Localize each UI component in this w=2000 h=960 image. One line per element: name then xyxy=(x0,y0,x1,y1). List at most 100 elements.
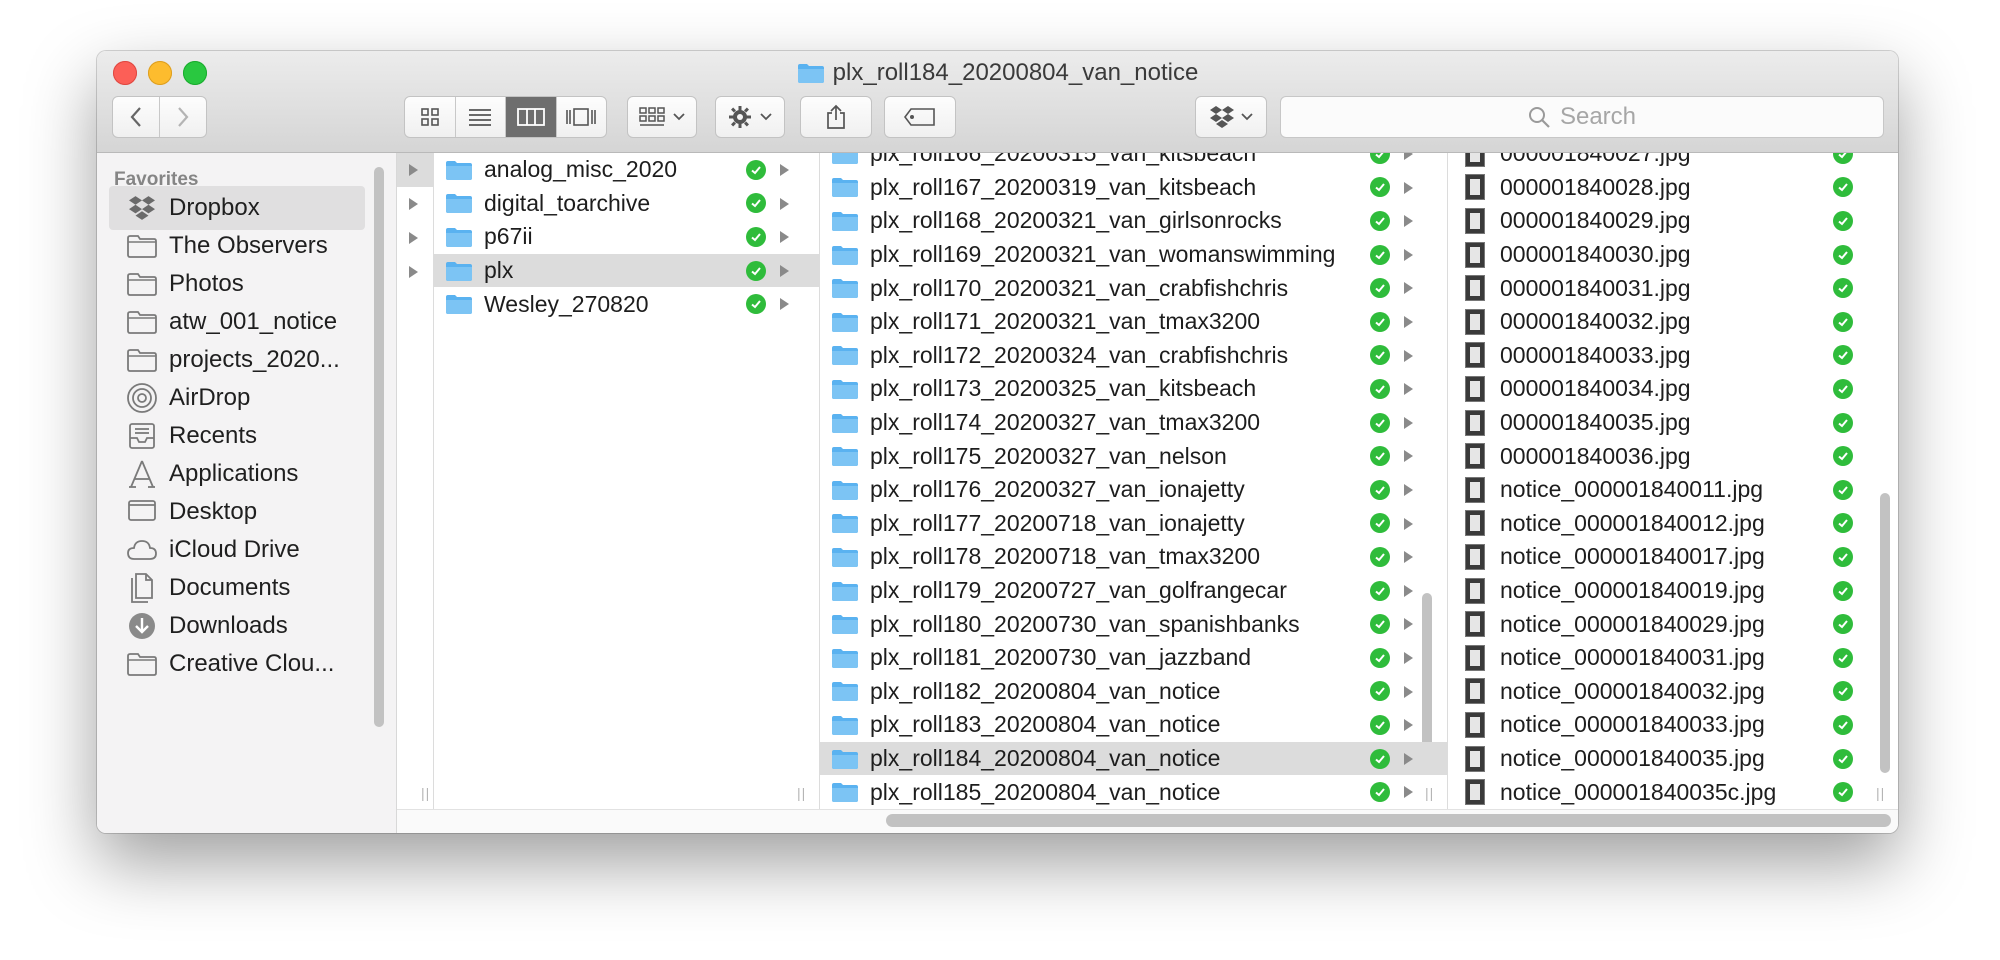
list-item[interactable]: notice_000001840035c.jpg xyxy=(1448,775,1898,809)
list-item[interactable]: notice_000001840017.jpg xyxy=(1448,540,1898,574)
folder-icon xyxy=(830,546,860,568)
action-menu-button[interactable] xyxy=(715,96,785,138)
list-item[interactable]: plx_roll167_20200319_van_kitsbeach xyxy=(820,171,1447,205)
list-item[interactable]: 000001840028.jpg xyxy=(1448,171,1898,205)
list-item[interactable]: 000001840032.jpg xyxy=(1448,305,1898,339)
gallery-view-button[interactable] xyxy=(557,97,607,137)
column-resize-handle[interactable]: || xyxy=(421,785,430,801)
horizontal-scrollbar[interactable] xyxy=(886,814,1891,827)
back-button[interactable] xyxy=(113,97,160,137)
folder-icon xyxy=(830,412,860,434)
list-item[interactable]: plx_roll183_20200804_van_notice xyxy=(820,708,1447,742)
list-item[interactable]: 000001840029.jpg xyxy=(1448,204,1898,238)
list-item[interactable]: 000001840036.jpg xyxy=(1448,439,1898,473)
list-item[interactable]: plx_roll178_20200718_van_tmax3200 xyxy=(820,540,1447,574)
applications-icon xyxy=(125,457,159,491)
folder-icon xyxy=(125,229,159,263)
list-item[interactable]: plx_roll184_20200804_van_notice xyxy=(820,741,1447,776)
sync-check-icon xyxy=(1833,311,1853,332)
icon-view-button[interactable] xyxy=(405,97,456,137)
list-item[interactable]: plx_roll180_20200730_van_spanishbanks xyxy=(820,607,1447,641)
list-item[interactable]: plx_roll177_20200718_van_ionajetty xyxy=(820,507,1447,541)
image-thumbnail-icon xyxy=(1460,207,1490,234)
search-field[interactable]: Search xyxy=(1280,96,1884,138)
list-item[interactable]: plx_roll179_20200727_van_golfrangecar xyxy=(820,574,1447,608)
list-item-label: notice_000001840035.jpg xyxy=(1500,745,1765,772)
column-resize-handle[interactable]: || xyxy=(797,785,806,801)
disclosure-arrow-icon xyxy=(1404,685,1413,698)
chevron-right-icon xyxy=(178,107,189,127)
disclosure-arrow-icon xyxy=(1404,719,1413,732)
column-view-button[interactable] xyxy=(506,97,557,137)
list-item[interactable]: 000001840033.jpg xyxy=(1448,339,1898,373)
list-item[interactable]: plx_roll168_20200321_van_girlsonrocks xyxy=(820,204,1447,238)
list-item[interactable]: plx_roll170_20200321_van_crabfishchris xyxy=(820,271,1447,305)
disclosure-arrow-icon xyxy=(1404,752,1413,765)
disclosure-arrow-icon xyxy=(409,266,418,278)
list-item-label: plx_roll168_20200321_van_girlsonrocks xyxy=(870,207,1282,234)
list-item[interactable]: 000001840027.jpg xyxy=(1448,153,1898,171)
list-item[interactable]: notice_000001840011.jpg xyxy=(1448,473,1898,507)
list-item[interactable]: notice_000001840029.jpg xyxy=(1448,607,1898,641)
sync-check-icon xyxy=(1370,580,1390,601)
chevron-down-icon xyxy=(760,113,772,121)
disclosure-arrow-icon xyxy=(409,164,418,176)
list-item[interactable]: notice_000001840033.jpg xyxy=(1448,708,1898,742)
list-item[interactable]: plx_roll172_20200324_van_crabfishchris xyxy=(820,339,1447,373)
dropbox-icon xyxy=(1210,106,1234,128)
share-icon xyxy=(827,104,845,129)
list-item[interactable]: 000001840030.jpg xyxy=(1448,238,1898,272)
disclosure-arrow-icon xyxy=(409,232,418,244)
list-item[interactable]: 000001840031.jpg xyxy=(1448,271,1898,305)
column-root: || xyxy=(397,153,434,809)
image-thumbnail-icon xyxy=(1460,241,1490,268)
list-item[interactable]: plx_roll176_20200327_van_ionajetty xyxy=(820,473,1447,507)
list-item[interactable]: plx_roll175_20200327_van_nelson xyxy=(820,439,1447,473)
image-thumbnail-icon xyxy=(1460,577,1490,604)
list-item[interactable]: notice_000001840019.jpg xyxy=(1448,574,1898,608)
folder-icon xyxy=(830,244,860,266)
forward-button[interactable] xyxy=(160,97,206,137)
list-item-label: plx_roll169_20200321_van_womanswimming xyxy=(870,241,1336,268)
list-item-label: 000001840034.jpg xyxy=(1500,375,1691,402)
list-item[interactable]: notice_000001840031.jpg xyxy=(1448,641,1898,675)
list-item[interactable]: 000001840034.jpg xyxy=(1448,372,1898,406)
list-item-label: 000001840029.jpg xyxy=(1500,207,1691,234)
image-thumbnail-icon xyxy=(1460,153,1490,167)
list-item[interactable]: plx_roll169_20200321_van_womanswimming xyxy=(820,238,1447,272)
group-by-button[interactable] xyxy=(627,96,697,138)
disclosure-arrow-icon xyxy=(1404,484,1413,496)
sync-check-icon xyxy=(1833,748,1853,769)
column-plx: || plx_roll166_20200315_van_kitsbeach plx… xyxy=(820,153,1448,809)
list-item[interactable]: plx_roll174_20200327_van_tmax3200 xyxy=(820,406,1447,440)
list-item[interactable]: notice_000001840035.jpg xyxy=(1448,742,1898,776)
disclosure-arrow-icon xyxy=(1404,786,1413,799)
sidebar-item-label: Creative Clou... xyxy=(169,650,335,677)
sync-check-icon xyxy=(746,260,766,281)
list-view-button[interactable] xyxy=(456,97,506,137)
share-button[interactable] xyxy=(800,96,872,138)
dropbox-menu-button[interactable] xyxy=(1195,96,1267,138)
sidebar-item-label: AirDrop xyxy=(169,384,251,411)
list-item[interactable]: notice_000001840012.jpg xyxy=(1448,507,1898,541)
disclosure-arrow-icon xyxy=(1404,416,1413,429)
list-item[interactable]: notice_000001840032.jpg xyxy=(1448,675,1898,709)
list-item[interactable]: plx_roll185_20200804_van_notice xyxy=(820,775,1447,809)
window-title-text: plx_roll184_20200804_van_notice xyxy=(832,59,1199,86)
sidebar-item[interactable]: Creative Clou... xyxy=(109,642,365,686)
list-item[interactable]: plx_roll181_20200730_van_jazzband xyxy=(820,641,1447,675)
list-item[interactable]: plx_roll173_20200325_van_kitsbeach xyxy=(820,372,1447,406)
list-item[interactable]: plx_roll166_20200315_van_kitsbeach xyxy=(820,153,1447,171)
sync-check-icon xyxy=(1833,412,1853,433)
list-item[interactable]: plx_roll171_20200321_van_tmax3200 xyxy=(820,305,1447,339)
tags-button[interactable] xyxy=(884,96,956,138)
list-item[interactable]: plx_roll182_20200804_van_notice xyxy=(820,675,1447,709)
dropbox-icon xyxy=(125,191,159,225)
sidebar-item-label: Dropbox xyxy=(169,194,260,221)
list-item-label: analog_misc_2020 xyxy=(484,156,678,183)
group-icon xyxy=(639,107,665,126)
sidebar-scrollbar[interactable] xyxy=(374,167,384,727)
list-item[interactable]: 000001840035.jpg xyxy=(1448,406,1898,440)
disclosure-arrow-icon xyxy=(1404,316,1413,328)
list-item-label: 000001840036.jpg xyxy=(1500,442,1691,469)
